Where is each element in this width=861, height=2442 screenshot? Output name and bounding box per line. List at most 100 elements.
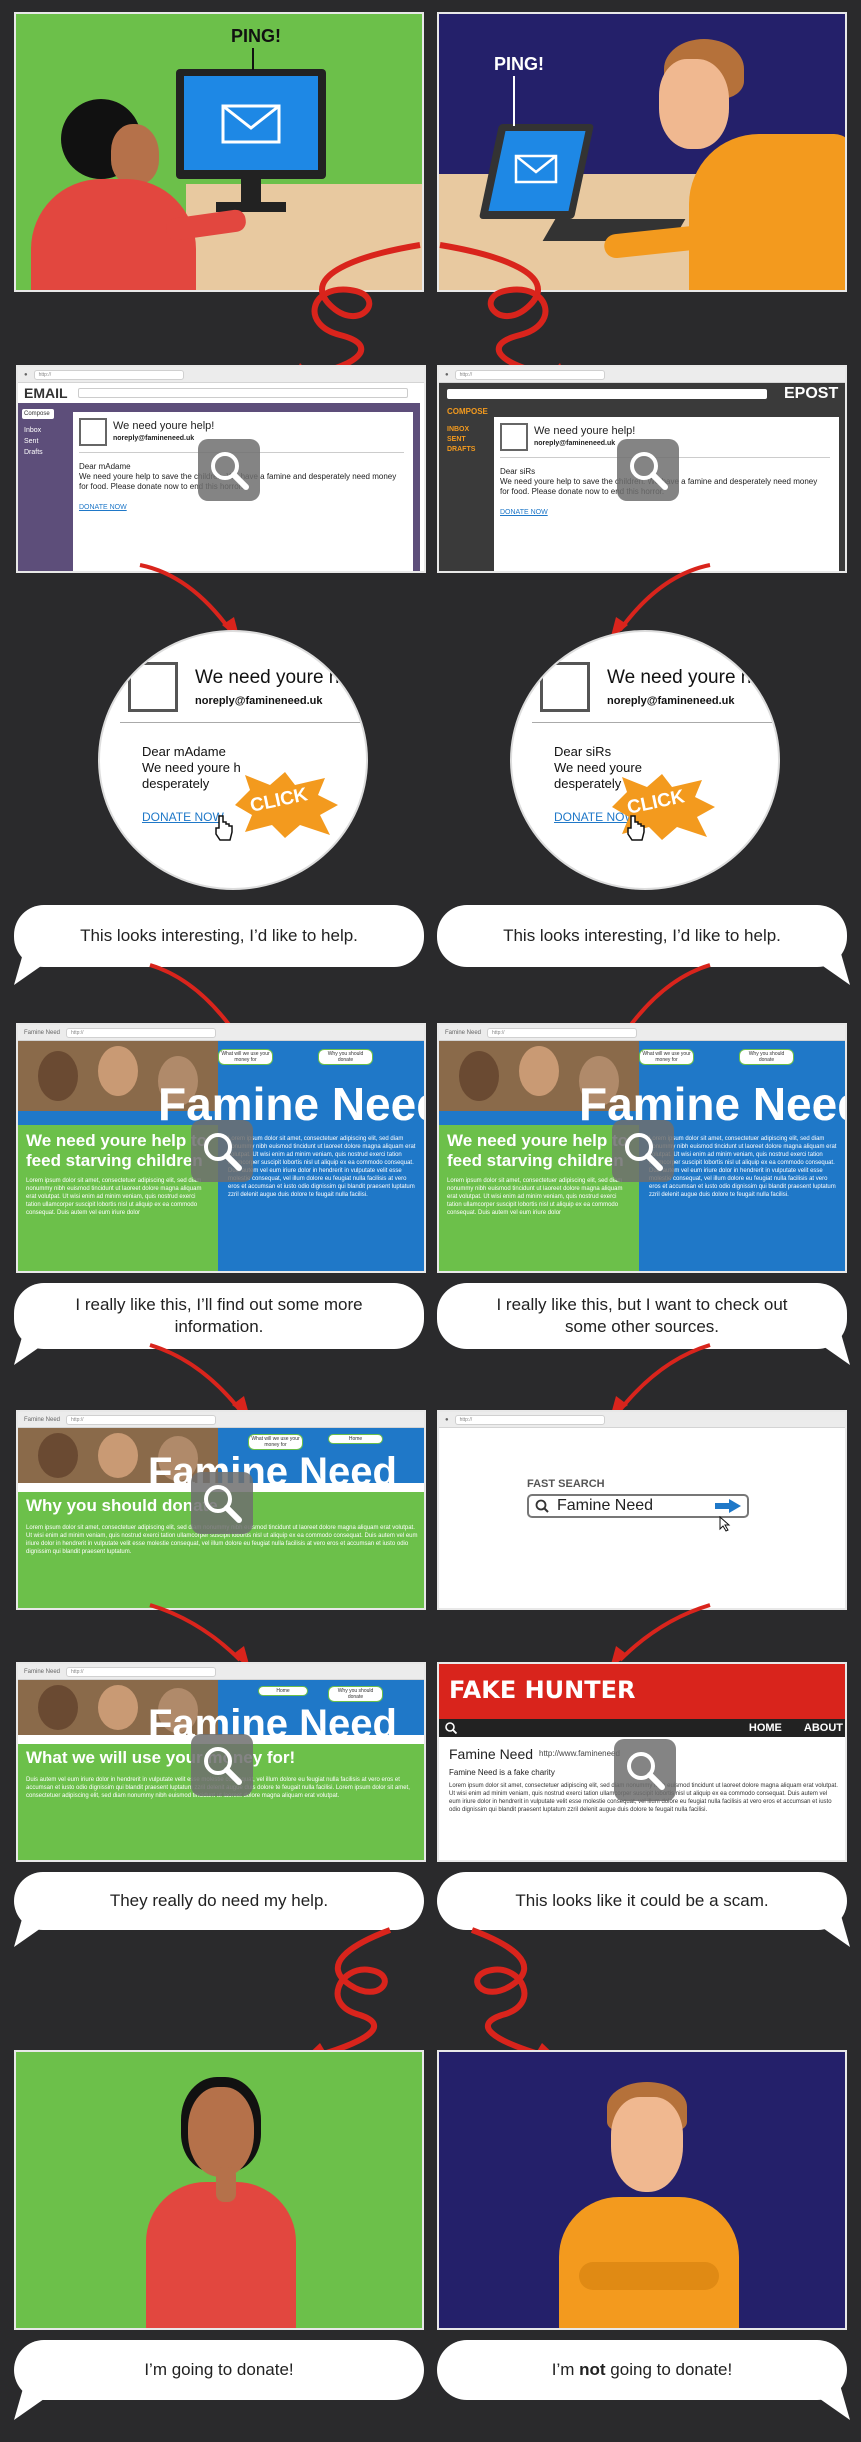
envelope-icon — [514, 154, 558, 184]
nav-home-link[interactable]: HOME — [749, 1722, 782, 1734]
fakehunter-header: FAKE HUNTER — [439, 1664, 845, 1719]
browser-tab[interactable]: ● — [24, 372, 28, 378]
nav-about-link[interactable]: ABOUT — [804, 1722, 843, 1734]
nav-why-donate-button[interactable]: Why you should donate — [328, 1686, 383, 1702]
spiral-arrow-icon — [292, 242, 421, 385]
donate-link[interactable]: DONATE NOW — [500, 509, 548, 516]
arrow-icon — [149, 1343, 250, 1418]
panel-man-decline — [437, 2050, 847, 2330]
fake-hunter-page: FAKE HUNTER HOME ABOUT Famine Need http:… — [437, 1662, 847, 1862]
search-query: Famine Need — [557, 1497, 654, 1514]
site-hero-green: We need youre help to feed starving chil… — [18, 1125, 218, 1271]
compose-button[interactable]: COMPOSE — [447, 407, 488, 416]
nav-why-donate-button[interactable]: Why you should donate — [739, 1049, 794, 1065]
browser-tab[interactable]: Famine Need — [24, 1417, 60, 1423]
speech-bubble-right-3: This looks like it could be a scam. — [437, 1872, 847, 1930]
child-1 — [38, 1433, 78, 1478]
folder-inbox[interactable]: INBOX — [447, 425, 475, 435]
folder-sent[interactable]: SENT — [447, 435, 475, 445]
browser-tab[interactable]: Famine Need — [24, 1030, 60, 1036]
famine-site-left: Famine Need http:// What will we use you… — [16, 1023, 426, 1273]
email-search-input[interactable] — [77, 388, 408, 398]
speech-bubble-left-4: I’m going to donate! — [14, 2340, 424, 2400]
magnifier-icon — [191, 1734, 253, 1796]
email-greeting: Dear mAdame — [79, 462, 131, 471]
browser-tab[interactable]: Famine Need — [445, 1030, 481, 1036]
ping-line — [252, 48, 254, 70]
speech-bubble-right-4: I’m not going to donate! — [437, 2340, 847, 2400]
bubble-text-post: going to donate! — [605, 2360, 733, 2379]
entry-title[interactable]: Famine Need — [449, 1746, 533, 1762]
email-sidebar: Compose Inbox Sent Drafts — [18, 403, 58, 571]
magnifier-icon — [198, 439, 260, 501]
email-subject: We need youre h — [607, 667, 752, 688]
email-sender: noreply@famineneed.uk — [113, 435, 195, 442]
child-1 — [38, 1685, 78, 1730]
nav-home-button[interactable]: Home — [328, 1434, 383, 1444]
site-brand: Famine Need — [148, 1450, 397, 1494]
site-brand: Famine Need — [148, 1702, 397, 1746]
browser-chrome: ● http:// — [439, 1412, 845, 1428]
nav-why-donate-button[interactable]: Why you should donate — [318, 1049, 373, 1065]
email-greeting: Dear siRs — [500, 467, 536, 476]
nav-what-use-button[interactable]: What will we use your money for — [248, 1434, 303, 1450]
email-sender: noreply@famineneed.uk — [534, 440, 616, 447]
nav-what-use-button[interactable]: What will we use your money for — [639, 1049, 694, 1065]
url-bar[interactable]: http:// — [454, 1414, 605, 1425]
man-face — [611, 2097, 683, 2192]
compose-button[interactable]: Compose — [22, 409, 54, 419]
folder-drafts[interactable]: DRAFTS — [447, 445, 475, 455]
bubble-text-pre: I’m — [551, 2360, 580, 2379]
speech-bubble-left-3: They really do need my help. — [14, 1872, 424, 1930]
email-sender: noreply@famineneed.uk — [195, 695, 323, 707]
url-bar[interactable]: http:// — [454, 369, 605, 380]
browser-tab[interactable]: ● — [445, 372, 449, 378]
zoom-circle-right: We need youre h noreply@famineneed.uk De… — [510, 630, 780, 890]
man-shirt — [689, 134, 845, 290]
bubble-tail — [14, 1912, 64, 1947]
nav-home-button[interactable]: Home — [258, 1686, 308, 1696]
magnifier-icon — [614, 1739, 676, 1801]
url-bar[interactable]: http:// — [66, 1027, 217, 1038]
arrow-icon — [610, 1343, 711, 1418]
woman-hand — [216, 2167, 236, 2202]
magnifier-icon — [191, 1472, 253, 1534]
famine-why-page: Famine Need http:// What will we use you… — [16, 1410, 426, 1610]
child-2 — [98, 1433, 138, 1478]
folder-sent[interactable]: Sent — [18, 436, 58, 447]
bubble-tail — [14, 2385, 64, 2420]
url-bar[interactable]: http:// — [487, 1027, 638, 1038]
search-icon[interactable] — [445, 1722, 457, 1734]
email-folders: INBOX SENT DRAFTS — [447, 425, 475, 455]
browser-tab[interactable]: Famine Need — [24, 1669, 60, 1675]
url-bar[interactable]: http:// — [66, 1666, 217, 1677]
nav-what-use-button[interactable]: What will we use your money for — [218, 1049, 273, 1065]
woman-face — [111, 124, 159, 184]
email-search-input[interactable] — [447, 389, 767, 399]
spiral-arrow-icon — [439, 242, 568, 385]
bubble-tail — [14, 1330, 64, 1365]
email-subject: We need youre h — [195, 667, 340, 688]
url-bar[interactable]: http:// — [33, 369, 184, 380]
child-2 — [98, 1046, 138, 1096]
search-submit-icon[interactable] — [715, 1499, 741, 1513]
child-1 — [459, 1051, 499, 1101]
magnifier-icon — [191, 1120, 253, 1182]
entry-url[interactable]: http://www.famineneed — [539, 1749, 620, 1758]
donate-link[interactable]: DONATE NOW — [79, 504, 127, 511]
url-bar[interactable]: http:// — [66, 1414, 217, 1425]
folder-drafts[interactable]: Drafts — [18, 447, 58, 458]
ping-text: PING! — [231, 26, 282, 46]
bubble-tail — [800, 950, 850, 985]
ping-text: PING! — [494, 54, 545, 74]
child-2 — [519, 1046, 559, 1096]
zoom-circle-left: We need youre h noreply@famineneed.uk De… — [98, 630, 368, 890]
ping-line — [513, 76, 515, 126]
browser-tab[interactable]: ● — [445, 1417, 449, 1423]
woman-face — [188, 2087, 254, 2177]
bubble-tail — [14, 950, 64, 985]
monitor-stand — [241, 179, 261, 204]
woman-shirt — [146, 2182, 296, 2328]
folder-inbox[interactable]: Inbox — [18, 425, 58, 436]
magnifier-icon — [612, 1120, 674, 1182]
